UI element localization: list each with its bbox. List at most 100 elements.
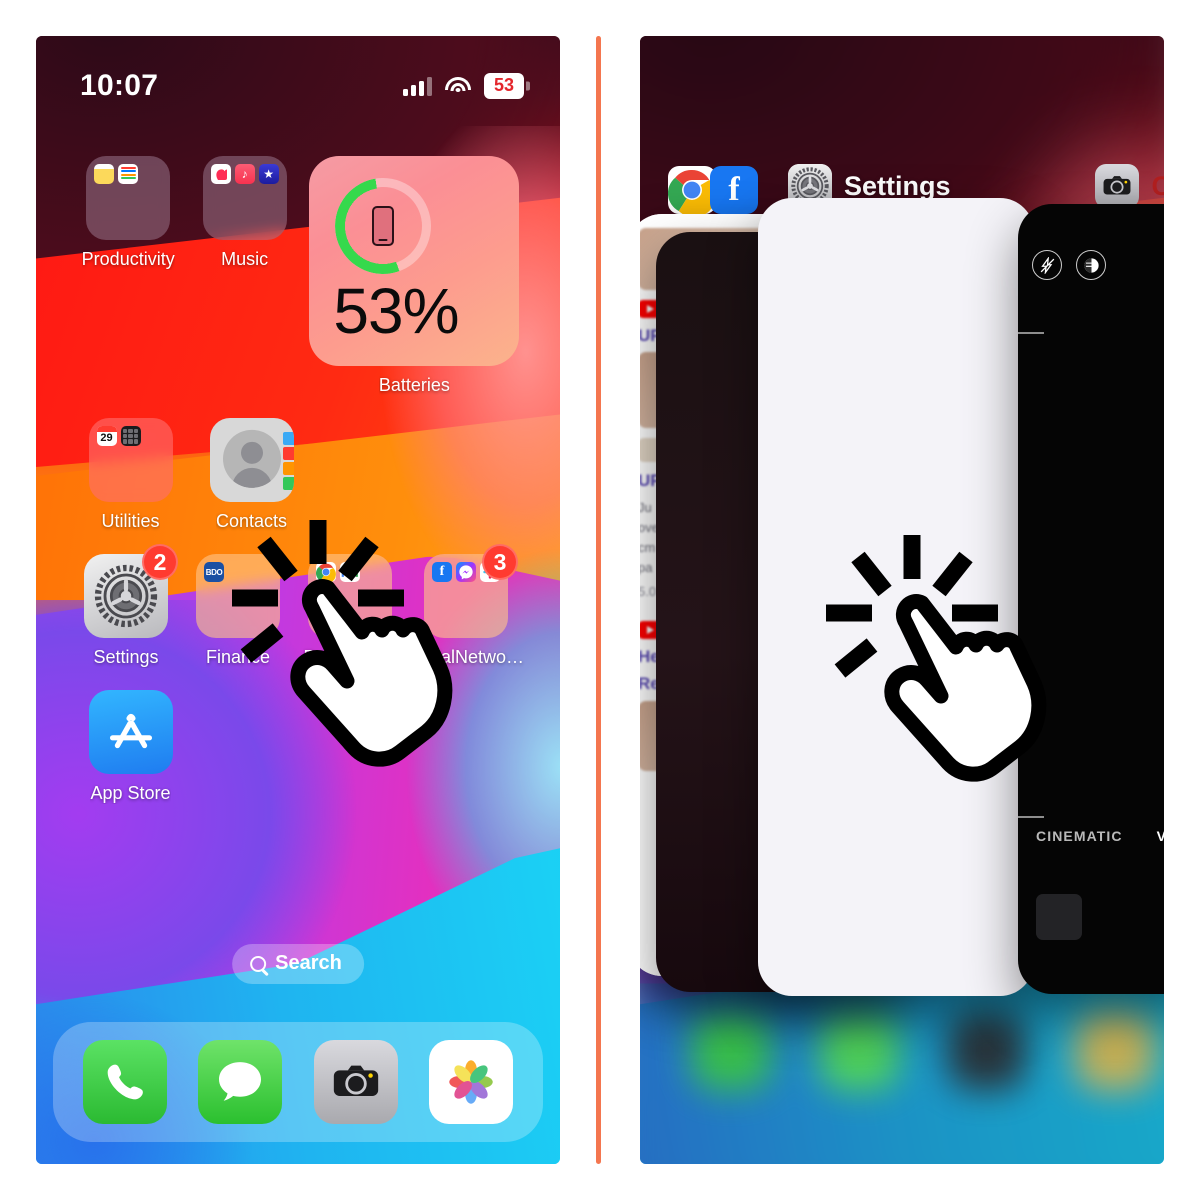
- folder-empty-slot: [121, 474, 141, 494]
- folder-empty-slot: [145, 450, 165, 470]
- health-icon: [210, 164, 231, 184]
- folder-empty-slot: [211, 212, 231, 232]
- calendar-icon: 29: [96, 426, 117, 446]
- camera-controls: [1032, 250, 1106, 280]
- messages-app[interactable]: [198, 1040, 283, 1124]
- app-label: SocialNetworki...: [406, 647, 526, 667]
- folder-empty-slot: [228, 610, 248, 630]
- camera-mode-selector[interactable]: CINEMATIC VIDEO: [1018, 828, 1164, 844]
- folder-empty-slot: [97, 450, 117, 470]
- folder-empty-slot: [432, 586, 452, 606]
- app-label: Settings: [93, 647, 159, 667]
- folder-preview: 29: [88, 418, 173, 502]
- utilities-folder[interactable]: 29 Utilities: [70, 418, 191, 532]
- folder-empty-slot: [118, 188, 138, 208]
- folder-empty-slot: [252, 610, 272, 630]
- app-label: App Store: [90, 783, 171, 803]
- productivity-folder-2[interactable]: Productivity: [294, 554, 406, 668]
- status-badge: 2: [142, 544, 178, 580]
- phone-app[interactable]: [82, 1040, 167, 1124]
- home-row-4: App Store: [70, 690, 526, 804]
- appstore-app[interactable]: App Store: [70, 690, 191, 804]
- gmail-icon: [340, 562, 360, 582]
- folder-empty-slot: [211, 188, 231, 208]
- folder-empty-slot: [456, 610, 476, 630]
- messenger-icon: [456, 562, 476, 582]
- last-photo-thumbnail[interactable]: [1036, 894, 1082, 940]
- panel-divider: [596, 36, 601, 1164]
- home-row-1: Productivity ♪ ★ Music 53% Batteries: [70, 156, 526, 396]
- home-app-grid: Productivity ♪ ★ Music 53% Batteries 29 …: [36, 156, 560, 826]
- folder-empty-slot: [340, 586, 360, 606]
- widget-percent: 53%: [333, 275, 459, 347]
- app-label: Productivity: [303, 647, 397, 667]
- night-mode-icon[interactable]: [1076, 250, 1106, 280]
- wifi-icon: [445, 76, 471, 96]
- screenshot-stage: 10:07 53 Productivity ♪ ★ Music 53% Batt…: [0, 0, 1200, 1200]
- camera-chip[interactable]: Cam: [1095, 164, 1164, 208]
- widget-surface: 53%: [309, 156, 520, 366]
- settings-app[interactable]: 2 Settings: [70, 544, 182, 668]
- folder-empty-slot: [235, 188, 255, 208]
- folder-empty-slot: [228, 586, 248, 606]
- chrome-icon: [316, 562, 336, 582]
- card-settings[interactable]: [758, 198, 1034, 996]
- app-label: Contacts: [215, 511, 288, 531]
- folder-empty-slot: [97, 474, 117, 494]
- folder-empty-slot: [480, 610, 500, 630]
- switcher-app-label: Settings: [844, 170, 951, 201]
- contacts-app[interactable]: Contacts: [191, 418, 312, 532]
- folder-empty-slot: [252, 562, 272, 582]
- camera-mode[interactable]: CINEMATIC: [1036, 828, 1123, 844]
- folder-empty-slot: [364, 586, 384, 606]
- folder-empty-slot: [142, 212, 162, 232]
- search-icon: [250, 955, 267, 972]
- battery-ring: [335, 178, 432, 274]
- app-label: Productivity: [81, 249, 175, 269]
- search-button[interactable]: Search: [232, 944, 364, 984]
- dock: [53, 1022, 543, 1142]
- folder-empty-slot: [94, 188, 114, 208]
- switcher-app-label: Cam: [1151, 170, 1164, 201]
- productivity-folder[interactable]: Productivity: [70, 156, 186, 396]
- cellular-bars-icon: [403, 76, 432, 96]
- folder-empty-slot: [235, 212, 255, 232]
- folder-preview: BDO: [196, 554, 280, 638]
- reminders-icon: [118, 164, 139, 184]
- card-camera[interactable]: CINEMATIC VIDEO: [1018, 204, 1164, 994]
- folder-empty-slot: [121, 450, 141, 470]
- folder-empty-slot: [145, 426, 165, 446]
- home-screen: 10:07 53 Productivity ♪ ★ Music 53% Batt…: [36, 36, 560, 1164]
- imovie-icon: ★: [258, 164, 279, 184]
- status-bar: 10:07 53: [36, 36, 560, 110]
- folder-empty-slot: [316, 610, 336, 630]
- facebook-icon: f: [710, 166, 758, 214]
- camera-app[interactable]: [313, 1040, 398, 1124]
- chrome-facebook-chip[interactable]: f: [668, 166, 758, 214]
- finance-folder[interactable]: BDO Finance: [182, 554, 294, 668]
- folder-empty-slot: [456, 586, 476, 606]
- status-badge: 3: [482, 544, 518, 580]
- chrome-icon: [668, 166, 716, 214]
- appstore-icon: [88, 690, 173, 774]
- folder-preview: ♪ ★: [202, 156, 287, 240]
- batteries-widget[interactable]: 53% Batteries: [303, 156, 526, 396]
- camera-icon: [1095, 164, 1140, 208]
- app-switcher: f Settings C UP UP Ju ove cm pa 5.0 He R…: [640, 36, 1164, 1164]
- facebook-icon: f: [432, 562, 452, 582]
- photos-app[interactable]: [429, 1040, 514, 1124]
- folder-empty-slot: [145, 474, 165, 494]
- notes-icon: [94, 164, 115, 184]
- camera-mode[interactable]: VIDEO: [1157, 828, 1164, 844]
- flash-off-icon[interactable]: [1032, 250, 1062, 280]
- folder-empty-slot: [432, 610, 452, 630]
- folder-empty-slot: [204, 586, 224, 606]
- folder-empty-slot: [142, 188, 162, 208]
- music-icon: ♪: [234, 164, 255, 184]
- socialnetworking-folder[interactable]: f 3 SocialNetworki: [406, 544, 526, 668]
- folder-empty-slot: [204, 610, 224, 630]
- music-folder[interactable]: ♪ ★ Music: [186, 156, 302, 396]
- iphone-icon: [372, 206, 395, 246]
- folder-empty-slot: [94, 212, 114, 232]
- search-label: Search: [275, 952, 342, 974]
